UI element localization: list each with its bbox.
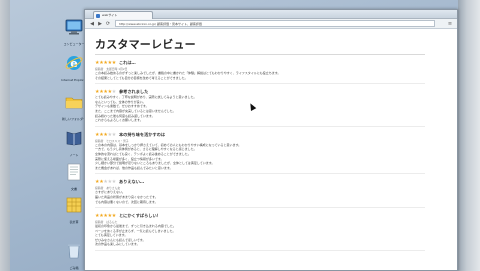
- review-text-line: 次の作品も楽しみにしています。: [95, 242, 140, 247]
- spreadsheet-icon: [66, 197, 82, 213]
- reload-button[interactable]: ⟳: [105, 21, 111, 27]
- star-filled-icon: ★: [111, 213, 117, 220]
- star-empty-icon: ★: [111, 131, 117, 138]
- review-title: これは…: [118, 60, 136, 65]
- review-header: ★★★★★ これは…: [95, 60, 425, 66]
- monitor-bezel-left: [0, 0, 10, 271]
- review-header: ★★★★★ ありえない…: [95, 179, 425, 185]
- review-title: とにかくすばらしい！: [118, 213, 161, 219]
- review-divider: [95, 207, 425, 209]
- browser-toolbar: ◀ ▶ ⟳ http://www.abcxxx.co.jp/ 顧客評価・見本サイ…: [85, 19, 457, 29]
- review-item: ★★★★★ 参考されました とても読みやすく、丁寧な説明があり、実際に試してみようと…: [95, 89, 425, 127]
- back-button[interactable]: ◀: [89, 21, 95, 27]
- page-title: カスタマーレビュー: [95, 38, 196, 51]
- review-header: ★★★★★ 本の持ち味を活かすのは: [95, 132, 425, 138]
- browser-tab[interactable]: webサイト: [93, 11, 153, 19]
- review-item: ★★★★★ とにかくすばらしい！ 投稿者 ぱるんた 最初の印象から最後まで、ずっと引き…: [95, 213, 425, 252]
- review-title: 本の持ち味を活かすのは: [118, 131, 166, 137]
- review-item: ★★★★★ ありえない… 投稿者 ありさん女 さすがにありえない。 届いた商品の状態があ…: [95, 179, 425, 209]
- review-header: ★★★★★ とにかくすばらしい！: [95, 213, 425, 219]
- title-divider: [95, 54, 425, 55]
- document-icon: [67, 163, 81, 181]
- recycle-bin-icon: [68, 244, 80, 259]
- folder-icon: [65, 97, 83, 109]
- star-rating: ★★★★★: [95, 60, 116, 66]
- star-rating: ★★★★★: [95, 132, 116, 138]
- review-divider: [95, 173, 425, 175]
- review-list: ★★★★★ これは… 投稿者 太郎日時 1月2日 この本読み始めるのがずっと楽しみでし…: [95, 60, 425, 252]
- review-text-line: また機会があれば、他の作品も読んでみたいと思います。: [95, 165, 173, 170]
- page-content: カスタマーレビュー ★★★★★ これは… 投稿者 太郎日時 1月2日 この本読み始める…: [85, 30, 457, 270]
- star-rating: ★★★★★: [95, 179, 116, 185]
- star-rating: ★★★★★: [95, 213, 116, 219]
- tab-title: webサイト: [102, 13, 118, 17]
- review-text-line: その結果としてとても自分の目標を改めて考えることができました。: [95, 75, 188, 80]
- book-icon: [66, 131, 82, 146]
- review-item: ★★★★★ 本の持ち味を活かすのは 投稿者 ヒロスミス・男子 この本の内容は、基本をし…: [95, 132, 425, 175]
- review-text-line: これからもよろしくお願いします。: [95, 118, 143, 123]
- review-text-line: でも内容は悪くないので、次回に期待します。: [95, 199, 158, 204]
- computer-icon: [65, 19, 83, 35]
- star-empty-icon: ★: [111, 179, 117, 186]
- review-divider: [95, 125, 425, 127]
- review-divider: [95, 83, 425, 85]
- monitor-bezel-right: [458, 0, 480, 271]
- star-filled-icon: ★: [111, 60, 117, 66]
- forward-button[interactable]: ▶: [97, 21, 103, 27]
- address-bar[interactable]: http://www.abcxxx.co.jp/ 顧客評価・見本サイト、顧客評価: [115, 20, 435, 27]
- menu-icon[interactable]: ≡: [447, 21, 453, 27]
- favicon-icon: [96, 14, 100, 18]
- review-title: ありえない…: [118, 179, 145, 185]
- browser-window: webサイト ◀ ▶ ⟳ http://www.abcxxx.co.jp/ 顧客…: [84, 9, 458, 271]
- browser-titlebar: webサイト: [85, 10, 457, 19]
- review-item: ★★★★★ これは… 投稿者 太郎日時 1月2日 この本読み始めるのがずっと楽しみでし…: [95, 60, 425, 85]
- review-divider: [95, 250, 425, 252]
- ie-icon: e: [65, 56, 83, 70]
